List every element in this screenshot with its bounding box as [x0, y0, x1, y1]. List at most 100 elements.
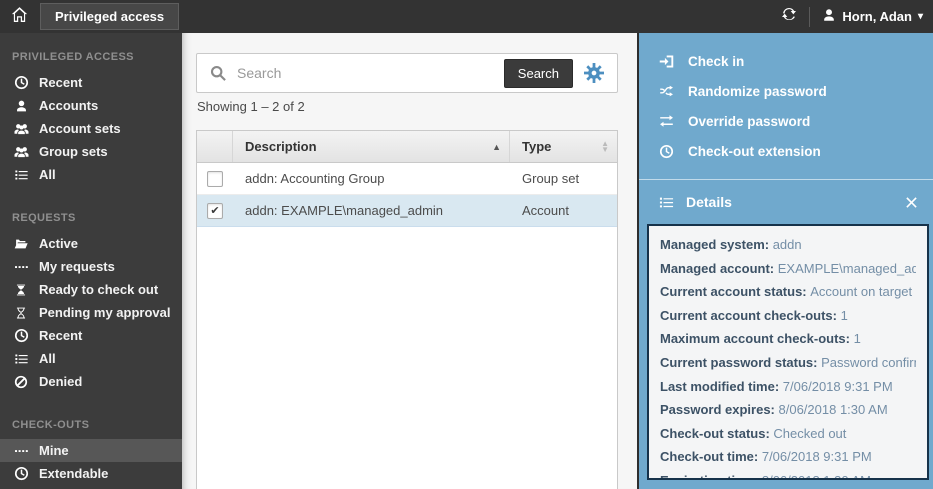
- user-name: Horn, Adan: [842, 9, 912, 24]
- sidebar-item-extendable[interactable]: Extendable: [0, 462, 182, 485]
- dots-icon: [12, 260, 30, 274]
- main-content: Search Showing 1 – 2 of 2 Description ▲ …: [182, 33, 637, 489]
- user-icon: [822, 8, 836, 25]
- detail-row-last-modified-time: Last modified time: 7/06/2018 9:31 PM: [660, 375, 916, 399]
- type-column-header[interactable]: Type ▲ ▼: [510, 131, 617, 162]
- sidebar-item-recent[interactable]: Recent: [0, 324, 182, 347]
- detail-row-check-out-time: Check-out time: 7/06/2018 9:31 PM: [660, 445, 916, 469]
- table-row[interactable]: ✔ addn: EXAMPLE\managed_admin Account: [197, 195, 617, 227]
- action-label: Override password: [688, 113, 811, 129]
- sidebar-section-check-outs: CHECK-OUTS Mine Extendable: [0, 393, 182, 485]
- detail-label: Current account check-outs:: [660, 307, 841, 323]
- check-in-icon: [658, 54, 675, 69]
- detail-row-maximum-account-check-outs: Maximum account check-outs: 1: [660, 327, 916, 351]
- sidebar-section-requests: REQUESTS Active My requests Ready to check …: [0, 186, 182, 393]
- table-row[interactable]: addn: Accounting Group Group set: [197, 163, 617, 195]
- detail-value: 8/06/2018 1:30 AM: [778, 402, 888, 418]
- sidebar-item-label: Group sets: [39, 144, 108, 159]
- exchange-icon: [658, 114, 675, 128]
- description-column-label: Description: [245, 139, 317, 154]
- sidebar-item-pending-my-approval[interactable]: Pending my approval: [0, 301, 182, 324]
- row-type-cell: Group set: [522, 171, 580, 186]
- sidebar-item-all[interactable]: All: [0, 163, 182, 186]
- select-all-column-header[interactable]: [197, 131, 233, 162]
- sidebar-item-ready-to-check-out[interactable]: Ready to check out: [0, 278, 182, 301]
- search-icon: [210, 65, 227, 82]
- sidebar-section-privileged-access: PRIVILEGED ACCESS Recent Accounts Account s…: [0, 33, 182, 186]
- row-checkbox[interactable]: [207, 170, 223, 187]
- sidebar-item-accounts[interactable]: Accounts: [0, 94, 182, 117]
- right-panel: Check in Randomize password Override passw…: [637, 33, 933, 489]
- sidebar-item-group-sets[interactable]: Group sets: [0, 140, 182, 163]
- sidebar-item-denied[interactable]: Denied: [0, 370, 182, 393]
- detail-label: Managed account:: [660, 260, 778, 276]
- sidebar-section-title: CHECK-OUTS: [12, 419, 90, 431]
- home-icon: [10, 6, 29, 28]
- sidebar-item-label: Extendable: [39, 466, 109, 481]
- close-icon[interactable]: [905, 196, 918, 209]
- row-description-cell: addn: Accounting Group: [245, 171, 385, 186]
- detail-row-password-expires: Password expires: 8/06/2018 1:30 AM: [660, 398, 916, 422]
- detail-value: 7/06/2018 9:31 PM: [782, 378, 893, 394]
- detail-label: Current account status:: [660, 284, 811, 300]
- sort-ascending-icon: ▲: [492, 141, 501, 152]
- detail-row-current-password-status: Current password status: Password confir…: [660, 351, 916, 375]
- gear-icon[interactable]: [584, 63, 604, 83]
- detail-value: 7/06/2018 9:31 PM: [761, 449, 872, 465]
- row-select-cell: ✔: [197, 195, 233, 226]
- detail-label: Expiration time:: [660, 473, 762, 478]
- detail-label: Current password status:: [660, 354, 822, 370]
- detail-row-check-out-status: Check-out status: Checked out: [660, 422, 916, 446]
- detail-label: Check-out time:: [660, 449, 762, 465]
- detail-value: 1: [853, 331, 861, 347]
- sidebar-item-label: Accounts: [39, 98, 99, 113]
- results-table: Description ▲ Type ▲ ▼ addn: Accounting G…: [196, 130, 618, 489]
- search-button[interactable]: Search: [503, 58, 573, 88]
- group-icon: [12, 145, 30, 159]
- person-icon: [12, 99, 30, 113]
- sidebar-section-title: PRIVILEGED ACCESS: [12, 51, 134, 63]
- detail-label: Maximum account check-outs:: [660, 331, 854, 347]
- details-box: Managed system: addn Managed account: EXA…: [647, 224, 929, 480]
- sidebar-item-all[interactable]: All: [0, 347, 182, 370]
- details-title: Details: [686, 194, 732, 210]
- user-menu[interactable]: Horn, Adan ▾: [810, 0, 933, 33]
- privileged-access-app: Privileged access Horn, Adan ▾ PRIVILEGE…: [0, 0, 933, 489]
- detail-value: 1: [840, 307, 848, 323]
- table-header-row: Description ▲ Type ▲ ▼: [197, 131, 617, 163]
- row-checkbox-checked[interactable]: ✔: [207, 202, 223, 219]
- action-check-in[interactable]: Check in: [639, 46, 933, 76]
- privileged-access-nav-label: Privileged access: [55, 9, 165, 24]
- sidebar-item-recent[interactable]: Recent: [0, 71, 182, 94]
- sidebar-item-my-requests[interactable]: My requests: [0, 255, 182, 278]
- action-randomize-password[interactable]: Randomize password: [639, 76, 933, 106]
- sidebar-item-label: Recent: [39, 328, 83, 343]
- detail-label: Managed system:: [660, 237, 773, 252]
- action-check-out-extension[interactable]: Check-out extension: [639, 136, 933, 166]
- details-header: Details: [639, 180, 933, 224]
- action-label: Check-out extension: [688, 143, 821, 159]
- action-override-password[interactable]: Override password: [639, 106, 933, 136]
- sidebar-item-active[interactable]: Active: [0, 232, 182, 255]
- sidebar-item-mine[interactable]: Mine: [0, 439, 182, 462]
- row-select-cell: [197, 163, 233, 194]
- detail-value: 8/06/2018 1:30 AM: [762, 473, 871, 478]
- sidebar-item-account-sets[interactable]: Account sets: [0, 117, 182, 140]
- home-button[interactable]: [0, 0, 38, 33]
- detail-row-expiration-time: Expiration time: 8/06/2018 1:30 AM: [660, 469, 916, 478]
- clock-icon: [658, 144, 675, 159]
- sidebar-item-label: All: [39, 167, 56, 182]
- privileged-access-nav-button[interactable]: Privileged access: [40, 3, 180, 30]
- sort-both-icon: ▲ ▼: [601, 138, 609, 154]
- sidebar-item-label: All: [39, 351, 56, 366]
- search-input[interactable]: [237, 65, 504, 81]
- hourglass-filled-icon: [12, 283, 30, 297]
- topbar-right: Horn, Adan ▾: [769, 0, 933, 33]
- detail-row-current-account-status: Current account status: Account on targe…: [660, 280, 916, 304]
- description-column-header[interactable]: Description ▲: [233, 131, 510, 162]
- top-bar: Privileged access Horn, Adan ▾: [0, 0, 933, 33]
- row-type-cell: Account: [522, 203, 569, 218]
- action-label: Check in: [688, 53, 745, 69]
- detail-value: Checked out: [773, 425, 847, 441]
- refresh-button[interactable]: [769, 0, 809, 33]
